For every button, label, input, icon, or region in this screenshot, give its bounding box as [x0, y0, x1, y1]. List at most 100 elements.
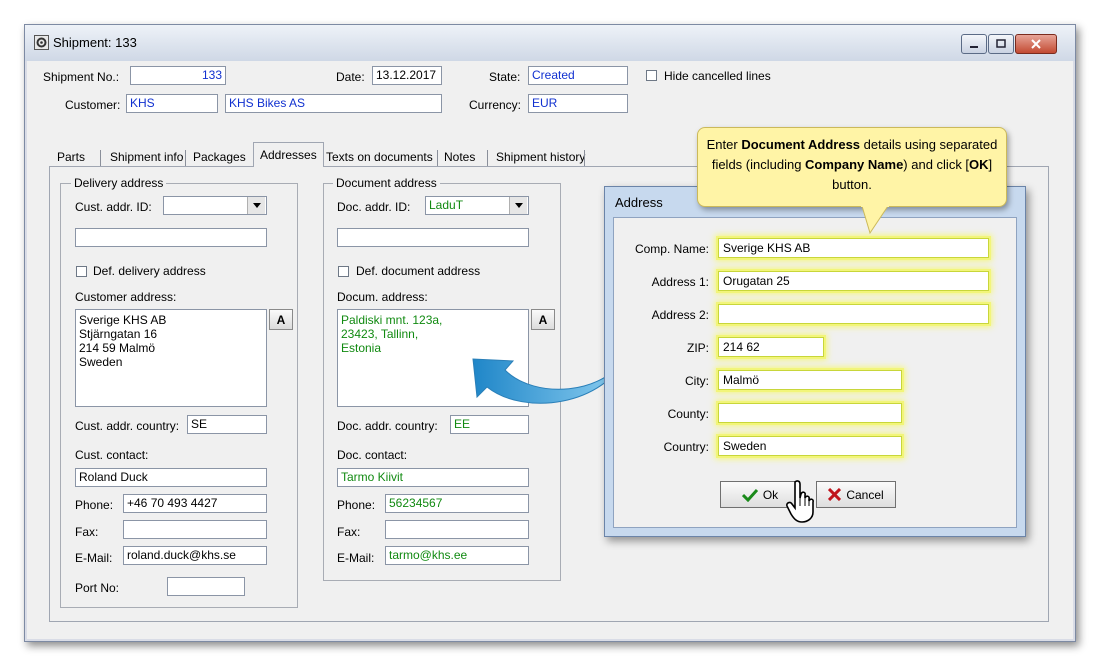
callout-pointer — [861, 205, 889, 235]
address2-label: Address 2: — [651, 308, 709, 322]
delivery-extra-field[interactable] — [75, 228, 267, 247]
ok-label: Ok — [762, 487, 779, 502]
doc-contact-field[interactable]: Tarmo Kiivit — [337, 468, 529, 487]
doc-addr-country-field[interactable]: EE — [450, 415, 529, 434]
callout-bold-2: Company Name — [805, 157, 904, 172]
def-document-checkbox[interactable] — [338, 266, 349, 277]
close-button[interactable] — [1015, 34, 1057, 54]
delivery-phone-field[interactable]: +46 70 493 4427 — [123, 494, 267, 513]
zip-label: ZIP: — [686, 341, 709, 355]
docum-address-label: Docum. address: — [337, 290, 428, 304]
delivery-email-field[interactable]: roland.duck@khs.se — [123, 546, 267, 565]
shipment-no-field[interactable]: 133 — [130, 66, 226, 85]
callout-text-3: ) and click [ — [903, 157, 970, 172]
delivery-address-a-button[interactable]: A — [269, 309, 293, 330]
cust-addr-id-combo[interactable] — [163, 196, 267, 215]
customer-label: Customer: — [65, 98, 121, 112]
state-field[interactable]: Created — [528, 66, 628, 85]
tab-shipment-info[interactable]: Shipment info — [104, 148, 189, 168]
minimize-icon — [970, 46, 978, 48]
chevron-down-icon — [514, 203, 523, 208]
document-email-label: E-Mail: — [337, 551, 375, 565]
shipment-no-label: Shipment No.: — [43, 70, 120, 84]
tab-separator — [487, 150, 488, 166]
tab-parts[interactable]: Parts — [51, 148, 91, 168]
cancel-button[interactable]: Cancel — [816, 481, 896, 508]
comp-name-field[interactable]: Sverige KHS AB — [718, 238, 989, 258]
cancel-label: Cancel — [846, 487, 884, 502]
delivery-fax-field[interactable] — [123, 520, 267, 539]
cust-addr-country-label: Cust. addr. country: — [75, 419, 180, 433]
callout-bold-1: Document Address — [741, 137, 861, 152]
cancel-x-icon — [828, 488, 842, 501]
address-line: Sweden — [79, 355, 123, 369]
cust-addr-country-field[interactable]: SE — [187, 415, 267, 434]
document-group-title: Document address — [333, 176, 440, 190]
instruction-callout: Enter Document Address details using sep… — [697, 127, 1007, 207]
address2-field[interactable] — [718, 304, 989, 324]
delivery-phone-label: Phone: — [75, 498, 114, 512]
country-label: Country: — [663, 440, 709, 454]
hand-cursor-icon — [786, 480, 814, 523]
document-phone-label: Phone: — [337, 498, 376, 512]
document-phone-field[interactable]: 56234567 — [385, 494, 529, 513]
doc-addr-id-combo[interactable]: LaduT — [425, 196, 529, 215]
tab-notes[interactable]: Notes — [438, 148, 481, 168]
dialog-title: Address — [615, 195, 663, 210]
currency-field[interactable]: EUR — [528, 94, 628, 113]
window-title: Shipment: 133 — [53, 35, 137, 50]
port-no-field[interactable] — [167, 577, 245, 596]
tab-separator — [100, 150, 101, 166]
document-fax-field[interactable] — [385, 520, 529, 539]
city-label: City: — [685, 374, 709, 388]
combo-arrow-button[interactable] — [509, 197, 527, 214]
tab-addresses[interactable]: Addresses — [253, 142, 324, 167]
address1-field[interactable]: Orugatan 25 — [718, 271, 989, 291]
address1-label: Address 1: — [651, 275, 709, 289]
country-field[interactable]: Sweden — [718, 436, 902, 456]
document-fax-label: Fax: — [337, 525, 361, 539]
document-extra-field[interactable] — [337, 228, 529, 247]
address-line: Sverige KHS AB — [79, 313, 167, 327]
doc-addr-id-label: Doc. addr. ID: — [337, 200, 411, 214]
customer-code-field[interactable]: KHS — [126, 94, 218, 113]
port-no-label: Port No: — [75, 581, 120, 595]
callout-bold-3: OK — [969, 157, 989, 172]
comp-name-label: Comp. Name: — [634, 242, 709, 256]
checkmark-icon — [741, 488, 758, 502]
minimize-button[interactable] — [961, 34, 987, 54]
address-line: 214 59 Malmö — [79, 341, 156, 355]
chevron-down-icon — [252, 203, 261, 208]
customer-address-label: Customer address: — [75, 290, 177, 304]
combo-arrow-button[interactable] — [247, 197, 265, 214]
county-field[interactable] — [718, 403, 902, 423]
document-email-field[interactable]: tarmo@khs.ee — [385, 546, 529, 565]
tab-separator — [584, 150, 585, 166]
tab-texts-on-documents[interactable]: Texts on documents — [320, 148, 439, 168]
hide-cancelled-checkbox[interactable] — [646, 70, 657, 81]
city-field[interactable]: Malmö — [718, 370, 902, 390]
customer-address-text[interactable]: Sverige KHS AB Stjärngatan 16 214 59 Mal… — [75, 309, 267, 407]
currency-label: Currency: — [469, 98, 522, 112]
zip-field[interactable]: 214 62 — [718, 337, 824, 357]
address-line: Stjärngatan 16 — [79, 327, 158, 341]
close-icon — [1031, 39, 1041, 49]
tab-shipment-history[interactable]: Shipment history — [490, 148, 591, 168]
cust-contact-field[interactable]: Roland Duck — [75, 468, 267, 487]
delivery-group-title: Delivery address — [71, 176, 167, 190]
doc-contact-label: Doc. contact: — [337, 448, 408, 462]
title-bar[interactable]: Shipment: 133 — [25, 25, 1075, 61]
def-delivery-checkbox[interactable] — [76, 266, 87, 277]
tab-separator — [185, 150, 186, 166]
doc-addr-id-value: LaduT — [429, 198, 464, 212]
def-document-label: Def. document address — [356, 264, 481, 278]
customer-name-field[interactable]: KHS Bikes AS — [225, 94, 442, 113]
maximize-button[interactable] — [988, 34, 1014, 54]
tab-packages[interactable]: Packages — [187, 148, 252, 168]
county-label: County: — [667, 407, 709, 421]
delivery-fax-label: Fax: — [75, 525, 99, 539]
cust-addr-id-label: Cust. addr. ID: — [75, 200, 152, 214]
date-field[interactable]: 13.12.2017 — [372, 66, 442, 85]
maximize-icon — [996, 39, 1006, 48]
hide-cancelled-label: Hide cancelled lines — [664, 69, 771, 83]
